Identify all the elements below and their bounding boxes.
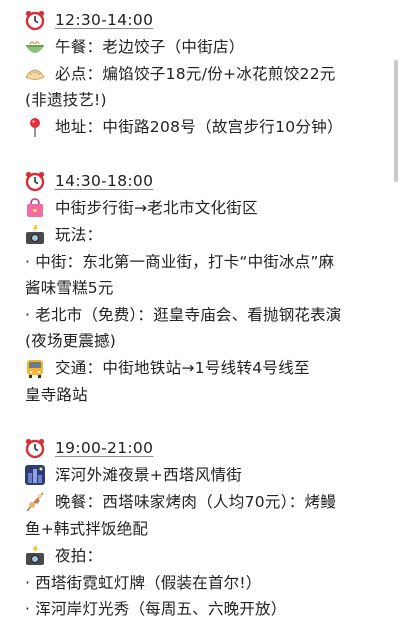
skewer-icon: [26, 492, 44, 512]
bullet-hunhe-light: · 浑河岸灯光秀（每周五、六晚开放）: [25, 600, 287, 618]
bullet-zhongjie: · 中街：东北第一商业街，打卡“中街冰点”麻: [25, 253, 335, 271]
alarm-clock-icon: [25, 438, 45, 459]
address-text: 地址：中街路208号（故宫步行10分钟）: [55, 118, 343, 136]
play-label: 玩法：: [55, 226, 103, 244]
city-night-icon: [25, 465, 45, 485]
scrollbar[interactable]: [394, 60, 398, 182]
shopping-bag-icon: [27, 198, 43, 217]
walking-street-line: 中街步行街→老北市文化街区: [55, 199, 258, 217]
bullet-xita-neon: · 西塔街霓虹灯牌（假装在首尔!）: [25, 574, 262, 592]
alarm-clock-icon: [25, 10, 45, 31]
night-photo-label: 夜拍：: [55, 547, 103, 565]
camera-flash-icon: [26, 225, 44, 244]
night-view-line: 浑河外滩夜景+西塔风情街: [55, 466, 243, 484]
dumpling-icon: [25, 69, 45, 80]
time-slot-2: 14:30-18:00: [55, 172, 154, 190]
transport-line-cont: 皇寺路站: [25, 386, 88, 404]
time-slot-1: 12:30-14:00: [55, 11, 154, 29]
note-content: 12:30-14:00 午餐：老边饺子（中街店） 必点：煸馅饺子18元/份+冰花…: [0, 0, 392, 627]
address-line: 地址：中街路208号（故宫步行10分钟）: [55, 116, 343, 138]
dinner-line-cont: 鱼+韩式拌饭绝配: [25, 520, 149, 538]
noodle-bowl-icon: [26, 41, 44, 53]
bus-icon: [27, 360, 43, 378]
time-slot-3: 19:00-21:00: [55, 439, 154, 457]
must-eat-line: 必点：煸馅饺子18元/份+冰花煎饺22元: [55, 65, 336, 83]
transport-line: 交通：中街地铁站→1号线转4号线至: [55, 359, 310, 377]
bullet-laobeishi: · 老北市（免费）：逛皇寺庙会、看抛钢花表演: [25, 306, 342, 324]
alarm-clock-icon: [25, 171, 45, 192]
location-pin-icon: [30, 118, 40, 137]
camera-flash-icon: [26, 546, 44, 565]
bullet-zhongjie-cont: 酱味雪糕5元: [25, 279, 114, 297]
must-eat-line-cont: (非遗技艺!): [25, 91, 107, 109]
lunch-line: 午餐：老边饺子（中街店）: [55, 38, 245, 56]
dinner-line: 晚餐：西塔味家烤肉（人均70元）：烤鳗: [55, 493, 337, 511]
bullet-laobeishi-cont: (夜场更震撼): [25, 332, 116, 350]
